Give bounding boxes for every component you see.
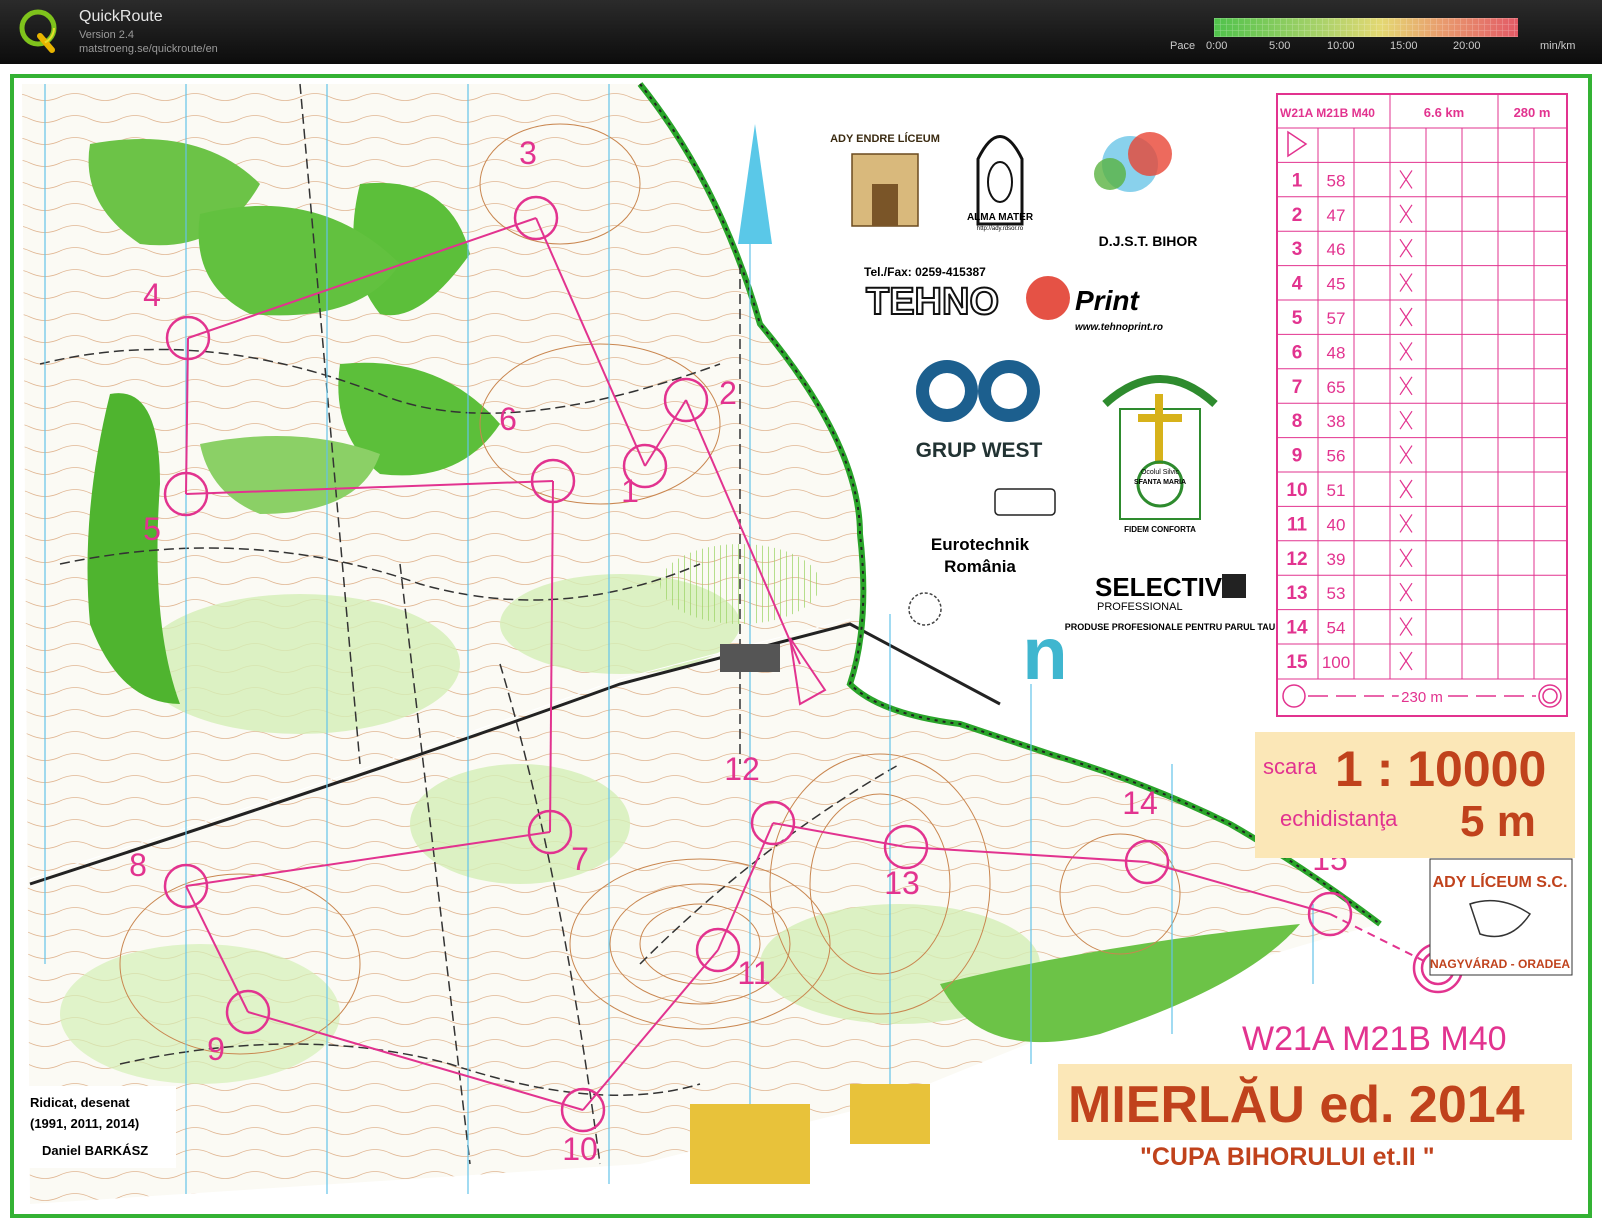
cup-title: "CUPA BIHORULUI et.II " [1140, 1143, 1435, 1171]
finish-distance: 230 m [1401, 689, 1443, 706]
desc-control-code: 65 [1327, 378, 1346, 397]
control-number-label: 1 [621, 473, 639, 509]
control-number-label: 7 [571, 841, 589, 877]
contour-value: 5 m [1460, 797, 1536, 846]
n-logo: n [1022, 612, 1067, 695]
app-header: QuickRoute Version 2.4 matstroeng.se/qui… [0, 0, 1602, 64]
desc-control-number: 3 [1292, 239, 1303, 260]
pace-tick: 20:00 [1453, 40, 1481, 52]
desc-control-code: 47 [1327, 206, 1346, 225]
desc-control-number: 12 [1286, 549, 1307, 570]
app-version: Version 2.4 [79, 29, 135, 41]
ady-school-city: NAGYVÁRAD - ORADEA [1430, 956, 1570, 971]
grup-west-text: GRUP WEST [916, 439, 1043, 462]
app-title: QuickRoute [79, 8, 163, 25]
credits-line1: Ridicat, desenat [30, 1095, 130, 1110]
desc-control-number: 11 [1287, 514, 1308, 535]
control-number-label: 14 [1122, 785, 1158, 821]
tehno-phone: Tel./Fax: 0259-415387 [864, 265, 986, 279]
desc-control-code: 54 [1327, 619, 1346, 638]
control-number-label: 13 [884, 865, 920, 901]
control-number-label: 6 [499, 401, 517, 437]
romania-text: România [944, 557, 1016, 576]
professional-text: PROFESSIONAL [1097, 601, 1183, 613]
produse-text: PRODUSE PROFESIONALE PENTRU PARUL TAU [1065, 622, 1276, 632]
credits-line3: Daniel BARKÁSZ [42, 1143, 148, 1158]
djst-text: D.J.S.T. BIHOR [1099, 233, 1198, 249]
desc-control-code: 53 [1327, 584, 1346, 603]
desc-control-number: 5 [1292, 308, 1303, 329]
desc-control-code: 51 [1327, 481, 1346, 500]
scale-box: scara 1 : 10000 echidistanţa 5 m [1255, 732, 1575, 858]
desc-control-code: 38 [1327, 412, 1346, 431]
ady-endre-text: ADY ENDRE LÍCEUM [830, 132, 940, 145]
desc-control-code: 100 [1322, 653, 1350, 672]
control-number-label: 5 [143, 511, 161, 547]
control-number-label: 12 [724, 751, 760, 787]
pace-tick: 5:00 [1269, 40, 1291, 52]
scale-label: scara [1263, 754, 1318, 779]
desc-length: 6.6 km [1424, 105, 1464, 120]
desc-control-code: 39 [1327, 550, 1346, 569]
control-number-label: 9 [207, 1031, 225, 1067]
pace-tick: 10:00 [1327, 40, 1355, 52]
orienteering-map[interactable]: 123456789101112131415 ADY ENDRE LÍCEUM A… [0, 64, 1602, 1225]
selective-text: SELECTIVE [1095, 572, 1239, 602]
alma-mater-url: http://ady.rdsor.ro [977, 226, 1024, 232]
fidem-text: FIDEM CONFORTA [1124, 525, 1196, 534]
desc-control-number: 13 [1286, 583, 1307, 604]
tehno-print: Print [1075, 285, 1140, 316]
eurotechnik-text: Eurotechnik [931, 535, 1030, 554]
control-number-label: 3 [519, 135, 537, 171]
course-category: W21A M21B M40 [1242, 1020, 1507, 1058]
desc-control-number: 14 [1286, 618, 1308, 639]
control-number-label: 4 [143, 277, 161, 313]
app-url[interactable]: matstroeng.se/quickroute/en [79, 43, 218, 55]
desc-control-code: 58 [1327, 171, 1346, 190]
tehno-name: TEHNO [866, 281, 999, 323]
ocolul-text: Ocolul Silvic [1141, 469, 1180, 476]
desc-control-number: 1 [1292, 170, 1303, 191]
pace-tick: 15:00 [1390, 40, 1418, 52]
control-description-table: 1 58 2 47 3 46 4 45 5 57 6 48 7 65 8 38 9 56 10 51 11 40 12 39 1… [1276, 93, 1568, 717]
tehno-url: www.tehnoprint.ro [1075, 322, 1163, 333]
desc-control-code: 45 [1327, 275, 1346, 294]
desc-control-number: 6 [1292, 342, 1303, 363]
contour-label: echidistanţa [1280, 806, 1398, 831]
pace-tick: 0:00 [1206, 40, 1228, 52]
event-title: MIERLĂU ed. 2014 [1068, 1076, 1525, 1134]
quickroute-logo-icon [19, 9, 57, 53]
desc-control-code: 57 [1327, 309, 1346, 328]
desc-control-code: 40 [1327, 515, 1346, 534]
desc-control-number: 15 [1286, 652, 1308, 673]
control-number-label: 10 [562, 1131, 598, 1167]
desc-control-number: 7 [1292, 377, 1303, 398]
desc-control-code: 56 [1327, 447, 1346, 466]
pace-color-scale [1214, 18, 1518, 37]
desc-category: W21A M21B M40 [1280, 106, 1375, 120]
scale-value: 1 : 10000 [1335, 741, 1546, 797]
control-number-label: 2 [719, 375, 737, 411]
desc-control-number: 8 [1292, 411, 1303, 432]
credits-line2: (1991, 2011, 2014) [30, 1116, 139, 1131]
desc-control-number: 2 [1292, 205, 1303, 226]
desc-control-number: 4 [1292, 274, 1303, 295]
desc-climb: 280 m [1514, 105, 1551, 120]
desc-control-number: 9 [1292, 446, 1303, 467]
alma-mater-text: ALMA MATER [967, 212, 1034, 223]
desc-control-code: 46 [1327, 240, 1346, 259]
desc-control-code: 48 [1327, 343, 1346, 362]
sponsor-ady-school: ADY LÍCEUM S.C. NAGYVÁRAD - ORADEA [1429, 858, 1573, 976]
desc-control-number: 10 [1286, 480, 1307, 501]
control-number-label: 8 [129, 847, 147, 883]
pace-label: Pace [1170, 40, 1196, 52]
map-credits: Ridicat, desenat (1991, 2011, 2014) Dani… [24, 1086, 176, 1168]
control-number-label: 11 [737, 955, 770, 991]
pace-unit: min/km [1540, 40, 1576, 52]
spanta-text: SFANTA MARIA [1134, 479, 1186, 486]
ady-school-title: ADY LÍCEUM S.C. [1433, 872, 1568, 891]
